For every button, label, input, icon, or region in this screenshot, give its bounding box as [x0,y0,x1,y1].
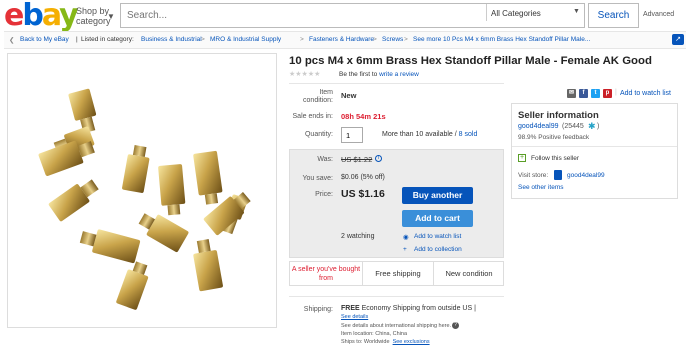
add-to-collection-link[interactable]: Add to collection [414,246,462,253]
listing-title: 10 pcs M4 x 6mm Brass Hex Standoff Pilla… [289,55,652,67]
visit-store-label: Visit store: [518,172,549,179]
price-value: US $1.16 [341,188,385,200]
search-button[interactable]: Search [588,3,639,28]
breadcrumb-item[interactable]: Business & Industrial [141,36,202,43]
category-divider [486,4,487,21]
feature-seller-bought: A seller you've bought from [291,266,361,282]
pinterest-icon[interactable]: p [603,89,612,98]
breadcrumb-separator: > [373,36,377,43]
intl-note: See details about international shipping… [341,323,452,329]
store-name-link[interactable]: good4deal99 [567,172,605,179]
help-icon[interactable]: ? [452,322,459,329]
price-label: Price: [315,191,333,198]
feature-bar: A seller you've bought from Free shippin… [289,261,504,286]
plus-icon[interactable]: + [518,154,526,162]
divider [289,83,504,84]
write-review-link[interactable]: write a review [379,71,419,78]
chevron-down-icon: ▼ [107,12,115,21]
category-select[interactable]: All Categories [491,9,541,18]
brass-standoffs-image [38,88,251,310]
shipping-label: Shipping: [303,306,333,313]
you-save-value: $0.06 (5% off) [341,174,385,181]
divider [512,146,677,147]
available-text: More than 10 available / [382,131,457,138]
shipping-text: Economy Shipping from outside US | [361,305,476,312]
email-icon[interactable]: ✉ [567,89,576,98]
breadcrumb-separator: > [300,36,304,43]
see-other-items-link[interactable]: See other items [518,184,564,191]
availability: More than 10 available / 8 sold [382,131,477,138]
divider [289,296,504,297]
info-icon[interactable]: i [375,155,382,162]
feature-free-shipping: Free shipping [375,269,421,278]
breadcrumb-item[interactable]: See more 10 Pcs M4 x 6mm Brass Hex Stand… [413,36,590,43]
chevron-left-icon: ❮ [9,37,15,44]
shipping-free: FREE [341,305,360,312]
condition-label: Item condition: [303,89,333,104]
see-exclusions-link[interactable]: See exclusions [393,339,430,345]
quantity-label: Quantity: [304,131,333,138]
condition-value: New [341,91,357,100]
ebay-logo[interactable]: ebay [4,0,79,32]
quantity-input[interactable] [341,127,363,143]
breadcrumb-item[interactable]: Fasteners & Hardware [309,36,374,43]
you-save-label: You save: [302,175,334,182]
sale-ends-label: Sale ends in: [292,113,333,120]
see-details-row: See details [341,314,368,320]
was-label: Was: [317,156,333,163]
add-to-cart-button[interactable]: Add to cart [402,210,473,227]
rating-stars-icon: ★★★★★ [289,71,321,78]
seller-score[interactable]: (25445 [562,123,584,130]
seller-name-link[interactable]: good4deal99 [518,123,559,130]
divider: | [615,89,617,96]
ships-to: Ships to: Worldwide [341,339,390,345]
advanced-search-link[interactable]: Advanced [643,11,674,18]
add-to-watch-list-link[interactable]: Add to watch list [620,90,671,97]
breadcrumb: ❮ Back to My eBay | Listed in category: … [4,31,686,49]
feature-new-condition: New condition [445,269,493,278]
review-prompt: Be the first to write a review [339,71,419,78]
seller-score-close: ) [597,123,600,130]
share-icon[interactable]: ↗ [672,34,684,45]
was-price: US $1.22 [341,155,373,164]
seller-info-heading: Seller information [518,110,599,121]
buy-another-button[interactable]: Buy another [402,187,473,204]
twitter-icon[interactable]: t [591,89,600,98]
review-prefix: Be the first to [339,71,378,78]
store-icon[interactable] [554,170,562,180]
see-details-link[interactable]: See details [341,314,368,320]
watching-count: 2 watching [341,233,375,240]
product-image[interactable] [7,53,277,328]
breadcrumb-separator: > [201,36,205,43]
item-location: Item location: China, China [341,331,408,337]
back-to-my-ebay-link[interactable]: Back to My eBay [20,36,69,43]
seller-star-icon: ✱ [588,121,596,131]
positive-feedback: 98.9% Positive feedback [518,134,590,141]
breadcrumb-separator: > [404,36,408,43]
sale-ends-value: 08h 54m 21s [341,112,386,121]
listed-in-label: Listed in category: [81,36,134,43]
add-to-watch-list-link[interactable]: Add to watch list [414,233,461,240]
follow-seller-link[interactable]: Follow this seller [531,155,579,162]
eye-icon: ◉ [403,234,409,241]
breadcrumb-divider: | [76,36,78,43]
facebook-icon[interactable]: f [579,89,588,98]
ships-to-row: Ships to: Worldwide See exclusions [341,339,430,345]
breadcrumb-item[interactable]: Screws [382,36,403,43]
breadcrumb-item[interactable]: MRO & Industrial Supply [210,36,281,43]
chevron-down-icon: ▼ [573,8,580,15]
plus-icon: + [403,246,407,253]
shipping-info: FREE Economy Shipping from outside US | [341,305,476,312]
search-input[interactable] [121,4,481,26]
sold-link[interactable]: 8 sold [459,131,478,138]
